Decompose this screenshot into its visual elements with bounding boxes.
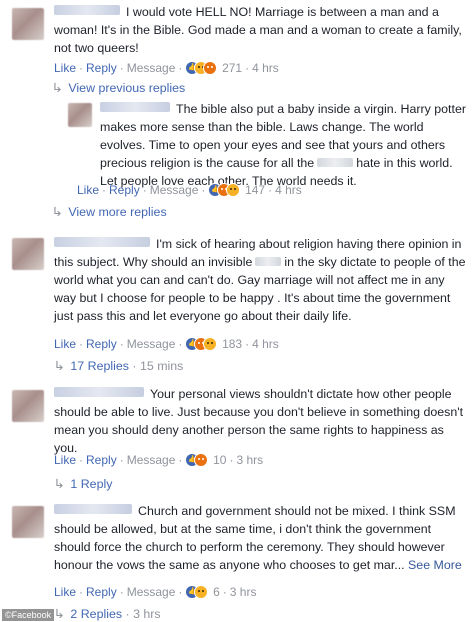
view-previous-replies[interactable]: ↳ View previous replies bbox=[51, 80, 185, 96]
comment-actions: Like·Reply·Message· 10·3 hrs bbox=[54, 452, 263, 468]
commenter-name[interactable] bbox=[54, 387, 144, 397]
timestamp[interactable]: 4 hrs bbox=[275, 183, 302, 197]
see-more-link[interactable]: See More bbox=[408, 558, 462, 572]
replies-timestamp: 3 hrs bbox=[133, 607, 161, 621]
reaction-count: 6 bbox=[213, 585, 220, 599]
timestamp[interactable]: 3 hrs bbox=[230, 585, 257, 599]
comment-body: Your personal views shouldn't dictate ho… bbox=[54, 385, 468, 457]
reactions-summary[interactable] bbox=[185, 61, 218, 75]
reply-link[interactable]: Reply bbox=[86, 585, 117, 599]
message-link[interactable]: Message bbox=[127, 453, 176, 467]
comment-thread: I would vote HELL NO! Marriage is betwee… bbox=[0, 0, 474, 622]
comment-actions: Like·Reply·Message· 183·4 hrs bbox=[54, 336, 279, 352]
avatar[interactable] bbox=[12, 8, 44, 40]
avatar[interactable] bbox=[12, 506, 44, 538]
commenter-name[interactable] bbox=[54, 504, 132, 514]
timestamp[interactable]: 4 hrs bbox=[252, 337, 279, 351]
comment-text: Church and government should not be mixe… bbox=[54, 504, 456, 572]
reply-link[interactable]: Reply bbox=[109, 183, 140, 197]
reaction-count: 10 bbox=[213, 453, 227, 467]
reactions-summary[interactable] bbox=[208, 183, 241, 197]
avatar[interactable] bbox=[68, 103, 92, 127]
comment-body: I'm sick of hearing about religion havin… bbox=[54, 235, 468, 325]
commenter-name[interactable] bbox=[54, 237, 150, 247]
angry-reaction-icon bbox=[203, 61, 218, 75]
haha-reaction-icon bbox=[226, 183, 241, 197]
avatar[interactable] bbox=[12, 238, 44, 270]
comment: I would vote HELL NO! Marriage is betwee… bbox=[0, 0, 474, 225]
commenter-name[interactable] bbox=[100, 102, 170, 112]
comment: I'm sick of hearing about religion havin… bbox=[0, 230, 474, 378]
replies-timestamp: 15 mins bbox=[139, 359, 184, 373]
view-more-replies[interactable]: ↳ View more replies bbox=[51, 204, 166, 220]
angry-reaction-icon bbox=[194, 453, 209, 467]
view-replies[interactable]: ↳ 17 Replies · 15 mins bbox=[53, 358, 184, 374]
message-link[interactable]: Message bbox=[127, 337, 176, 351]
comment-text: Your personal views shouldn't dictate ho… bbox=[54, 387, 464, 455]
reply-link[interactable]: Reply bbox=[86, 453, 117, 467]
comment-actions: Like·Reply·Message· 271·4 hrs bbox=[54, 60, 279, 76]
like-link[interactable]: Like bbox=[54, 337, 76, 351]
reply-arrow-icon: ↳ bbox=[51, 81, 63, 95]
comment-body: I would vote HELL NO! Marriage is betwee… bbox=[54, 3, 468, 57]
reaction-count: 147 bbox=[245, 183, 266, 197]
reply-link[interactable]: Reply bbox=[86, 337, 117, 351]
comment-actions: Like·Reply·Message· 6·3 hrs bbox=[54, 584, 256, 600]
like-link[interactable]: Like bbox=[54, 453, 76, 467]
view-replies[interactable]: ↳ 2 Replies · 3 hrs bbox=[53, 606, 161, 622]
comment: Your personal views shouldn't dictate ho… bbox=[0, 382, 474, 494]
wow-reaction-icon bbox=[194, 585, 209, 599]
reaction-count: 271 bbox=[222, 61, 243, 75]
message-link[interactable]: Message bbox=[127, 585, 176, 599]
reply-actions: Like·Reply·Message· 147·4 hrs bbox=[77, 182, 302, 198]
reply-body: The bible also put a baby inside a virgi… bbox=[100, 100, 468, 190]
comment-body: Church and government should not be mixe… bbox=[54, 502, 468, 574]
reply-arrow-icon: ↳ bbox=[51, 205, 63, 219]
like-link[interactable]: Like bbox=[77, 183, 99, 197]
message-link[interactable]: Message bbox=[150, 183, 199, 197]
redacted-word bbox=[255, 257, 282, 266]
commenter-name[interactable] bbox=[54, 5, 120, 15]
redacted-word bbox=[317, 158, 354, 167]
reactions-summary[interactable] bbox=[185, 337, 218, 351]
image-credit: ©Facebook bbox=[2, 609, 55, 621]
timestamp[interactable]: 4 hrs bbox=[252, 61, 279, 75]
reactions-summary[interactable] bbox=[185, 453, 209, 467]
haha-reaction-icon bbox=[203, 337, 218, 351]
reply-link[interactable]: Reply bbox=[86, 61, 117, 75]
like-link[interactable]: Like bbox=[54, 61, 76, 75]
reply-arrow-icon: ↳ bbox=[53, 477, 65, 491]
like-link[interactable]: Like bbox=[54, 585, 76, 599]
avatar[interactable] bbox=[12, 390, 44, 422]
timestamp[interactable]: 3 hrs bbox=[236, 453, 263, 467]
reactions-summary[interactable] bbox=[185, 585, 209, 599]
view-replies[interactable]: ↳ 1 Reply bbox=[53, 476, 112, 492]
reply-arrow-icon: ↳ bbox=[53, 607, 65, 621]
reaction-count: 183 bbox=[222, 337, 243, 351]
comment: Church and government should not be mixe… bbox=[0, 498, 474, 622]
reply-arrow-icon: ↳ bbox=[53, 359, 65, 373]
message-link[interactable]: Message bbox=[127, 61, 176, 75]
